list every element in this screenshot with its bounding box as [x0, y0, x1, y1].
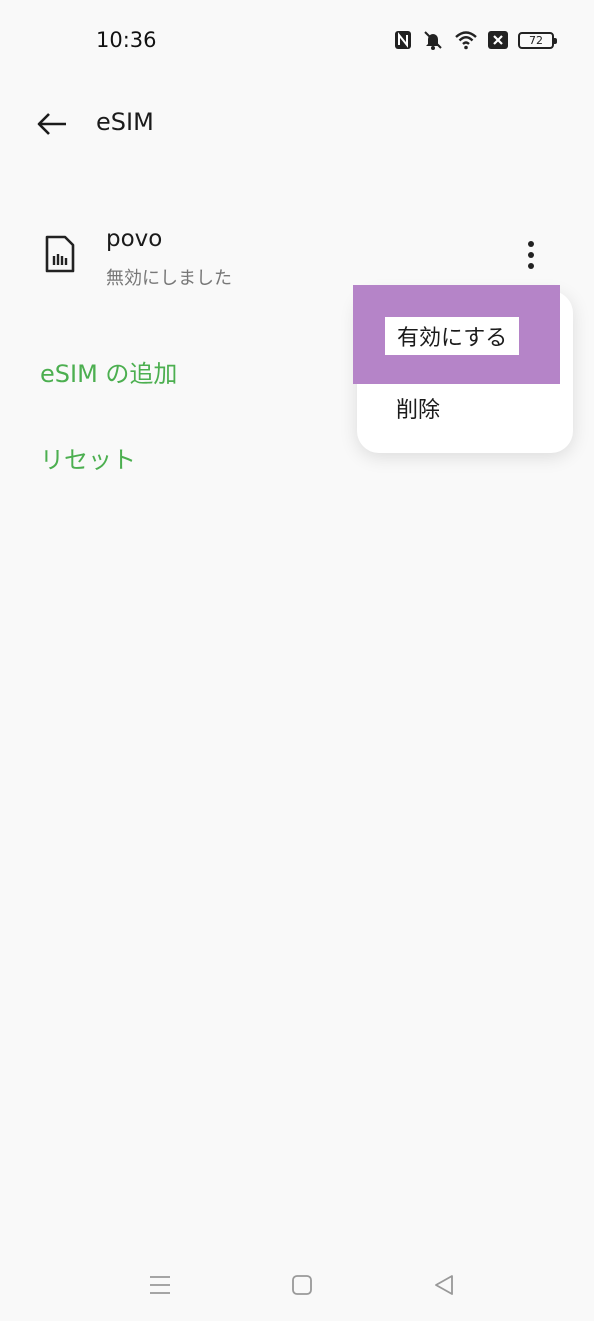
- menu-item-enable-label: 有効にする: [385, 317, 520, 355]
- add-esim-link[interactable]: eSIM の追加: [40, 354, 177, 389]
- navigation-bar: [0, 1250, 594, 1321]
- nfc-icon: [394, 30, 412, 50]
- home-button[interactable]: [282, 1270, 322, 1300]
- sim-card-icon: [45, 235, 75, 273]
- back-button[interactable]: [30, 102, 74, 146]
- wifi-icon: [454, 30, 478, 50]
- nav-back-button[interactable]: [424, 1270, 464, 1300]
- menu-icon: [150, 1276, 170, 1294]
- status-bar: 10:36 72: [0, 0, 594, 80]
- status-time: 10:36: [96, 28, 157, 52]
- recent-apps-button[interactable]: [140, 1270, 180, 1300]
- home-icon: [292, 1275, 312, 1295]
- esim-name: povo: [106, 226, 163, 252]
- back-triangle-icon: [435, 1275, 453, 1295]
- more-options-button[interactable]: [512, 236, 550, 274]
- menu-item-delete[interactable]: 削除: [396, 392, 440, 424]
- no-sim-icon: [488, 31, 508, 49]
- battery-icon: 72: [518, 31, 557, 49]
- arrow-left-icon: [37, 113, 66, 135]
- top-app-bar: eSIM: [0, 90, 594, 156]
- reset-link[interactable]: リセット: [40, 440, 136, 475]
- status-icons: 72: [394, 26, 557, 54]
- menu-item-enable[interactable]: 有効にする: [353, 285, 560, 384]
- more-vertical-icon: [528, 241, 534, 269]
- page-title: eSIM: [96, 108, 154, 136]
- esim-status: 無効にしました: [106, 268, 232, 289]
- mute-icon: [422, 29, 444, 51]
